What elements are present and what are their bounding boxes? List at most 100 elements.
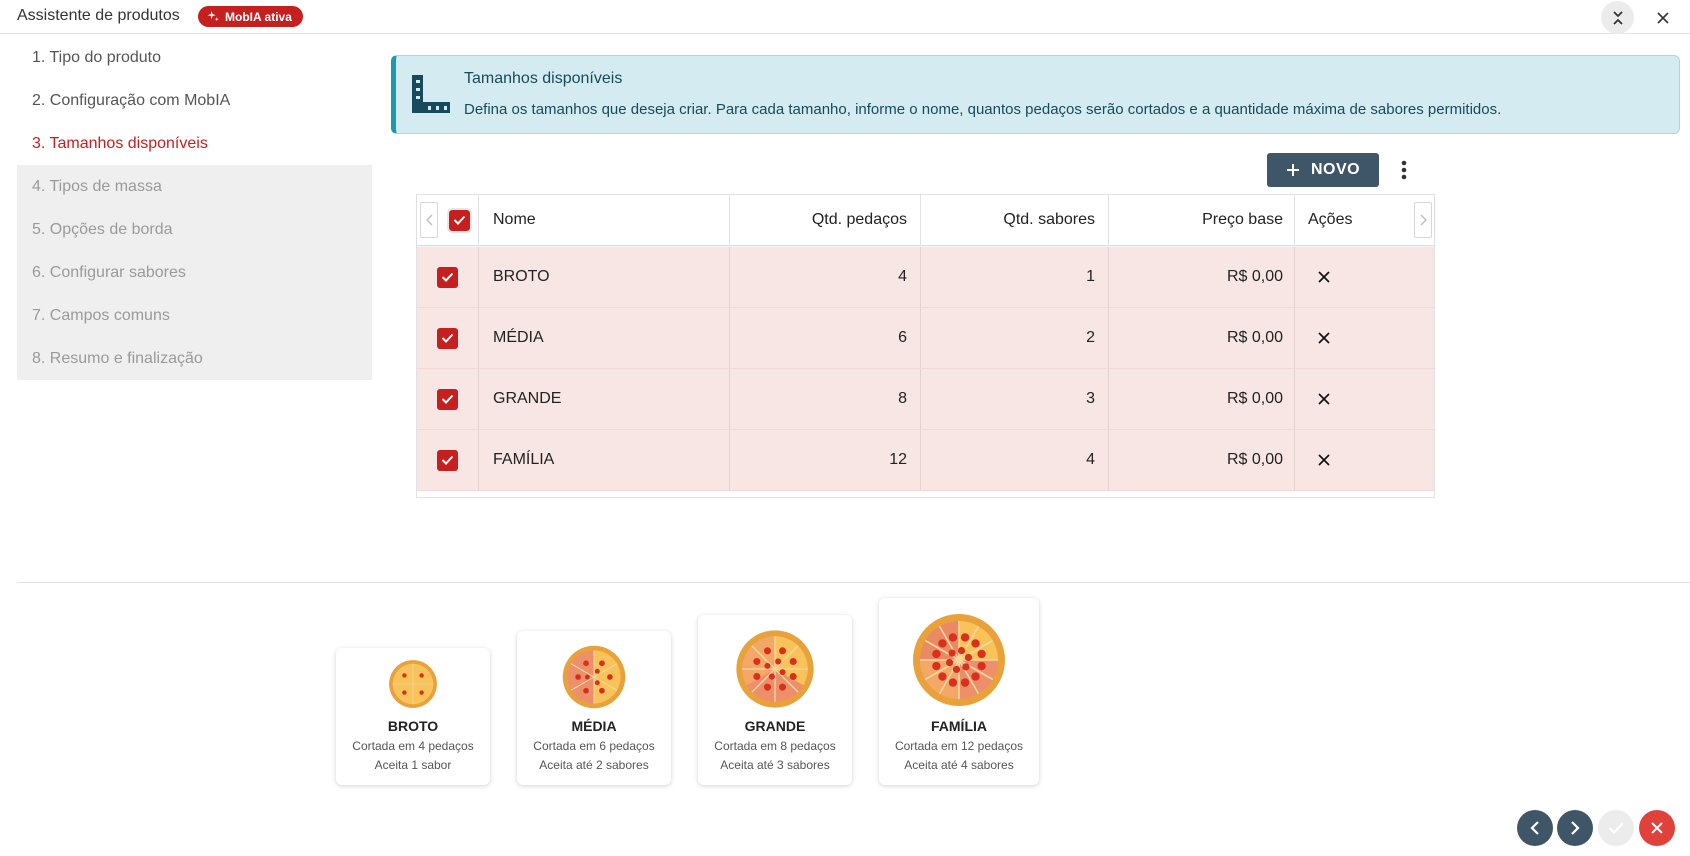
pizza-icon: [736, 630, 814, 708]
scroll-left-button[interactable]: [420, 202, 438, 238]
check-icon: [1608, 822, 1624, 834]
banner-text: Defina os tamanhos que deseja criar. Par…: [464, 101, 1502, 118]
step-configurar-sabores: 6. Configurar sabores: [17, 251, 372, 294]
close-icon: [1318, 454, 1330, 466]
cell-nome[interactable]: FAMÍLIA: [493, 430, 554, 490]
cell-qtd-pedacos[interactable]: 8: [729, 369, 907, 429]
new-size-button[interactable]: NOVO: [1267, 153, 1379, 187]
step-tipo-produto[interactable]: 1. Tipo do produto: [17, 36, 372, 79]
cancel-button[interactable]: [1639, 810, 1675, 846]
step-tipos-massa: 4. Tipos de massa: [17, 165, 372, 208]
card-flavors-text: Aceita até 4 sabores: [904, 758, 1014, 772]
column-header-acoes: Ações: [1308, 211, 1353, 228]
plus-icon: [1286, 164, 1299, 176]
select-all-checkbox[interactable]: [447, 207, 472, 233]
new-button-label: NOVO: [1310, 161, 1361, 178]
delete-row-button[interactable]: [1318, 430, 1330, 490]
column-header-preco-base[interactable]: Preço base: [1108, 195, 1283, 245]
check-icon: [441, 333, 454, 343]
cell-qtd-pedacos[interactable]: 12: [729, 430, 907, 490]
sparkle-icon: [207, 10, 219, 22]
check-icon: [441, 394, 454, 404]
column-header-nome[interactable]: Nome: [493, 195, 536, 245]
check-icon: [441, 455, 454, 465]
cell-qtd-pedacos[interactable]: 4: [729, 247, 907, 307]
column-header-qtd-pedacos[interactable]: Qtd. pedaços: [729, 195, 907, 245]
size-preview-card: BROTO Cortada em 4 pedaços Aceita 1 sabo…: [336, 648, 490, 785]
finish-button[interactable]: [1598, 810, 1634, 846]
row-select-cell: [437, 247, 458, 307]
cell-qtd-pedacos[interactable]: 6: [729, 308, 907, 368]
cell-preco-base[interactable]: R$ 0,00: [1108, 369, 1283, 429]
row-checkbox[interactable]: [437, 266, 458, 288]
wizard-steps: 1. Tipo do produto 2. Configuração com M…: [17, 36, 372, 380]
info-banner: Tamanhos disponíveis Defina os tamanhos …: [391, 55, 1680, 134]
close-icon: [1318, 393, 1330, 405]
more-vertical-icon: [1401, 160, 1407, 180]
step-label: 4. Tipos de massa: [32, 177, 162, 195]
card-slices-text: Cortada em 4 pedaços: [352, 739, 474, 753]
cell-qtd-sabores[interactable]: 3: [920, 369, 1095, 429]
pizza-icon: [562, 645, 626, 709]
size-preview-card: FAMÍLIA Cortada em 12 pedaços Aceita até…: [879, 598, 1039, 785]
chevron-left-icon: [425, 214, 432, 226]
step-campos-comuns: 7. Campos comuns: [17, 294, 372, 337]
table-row[interactable]: GRANDE 8 3 R$ 0,00: [417, 369, 1434, 430]
table-row[interactable]: MÉDIA 6 2 R$ 0,00: [417, 308, 1434, 369]
row-checkbox[interactable]: [437, 388, 458, 410]
size-preview-card: MÉDIA Cortada em 6 pedaços Aceita até 2 …: [517, 631, 671, 785]
pizza-icon: [913, 614, 1005, 706]
title-bar: Assistente de produtos MobIA ativa: [0, 0, 1690, 34]
delete-row-button[interactable]: [1318, 369, 1330, 429]
more-options-button[interactable]: [1391, 154, 1417, 186]
delete-row-button[interactable]: [1318, 247, 1330, 307]
check-icon: [453, 215, 466, 225]
ruler-icon: [412, 75, 450, 113]
cell-qtd-sabores[interactable]: 2: [920, 308, 1095, 368]
ai-status-badge: MobIA ativa: [198, 6, 303, 27]
row-checkbox[interactable]: [437, 449, 458, 471]
cell-preco-base[interactable]: R$ 0,00: [1108, 247, 1283, 307]
close-icon: [1651, 822, 1663, 834]
collapse-icon: [1612, 10, 1623, 25]
card-slices-text: Cortada em 6 pedaços: [533, 739, 655, 753]
step-configuracao-mobia[interactable]: 2. Configuração com MobIA: [17, 79, 372, 122]
cell-qtd-sabores[interactable]: 1: [920, 247, 1095, 307]
size-preview-card: GRANDE Cortada em 8 pedaços Aceita até 3…: [698, 615, 852, 785]
close-icon: [1318, 271, 1330, 283]
close-window-button[interactable]: [1646, 1, 1679, 34]
cell-nome[interactable]: BROTO: [493, 247, 550, 307]
card-size-name: GRANDE: [744, 718, 806, 734]
previous-step-button[interactable]: [1517, 810, 1553, 846]
step-label: 6. Configurar sabores: [32, 263, 186, 281]
card-flavors-text: Aceita 1 sabor: [374, 758, 452, 772]
step-label: 8. Resumo e finalização: [32, 349, 203, 367]
next-step-button[interactable]: [1557, 810, 1593, 846]
cell-nome[interactable]: GRANDE: [493, 369, 561, 429]
cell-preco-base[interactable]: R$ 0,00: [1108, 308, 1283, 368]
step-label: 5. Opções de borda: [32, 220, 173, 238]
step-opcoes-borda: 5. Opções de borda: [17, 208, 372, 251]
cell-nome[interactable]: MÉDIA: [493, 308, 544, 368]
step-label: 3. Tamanhos disponíveis: [32, 134, 208, 152]
step-tamanhos[interactable]: 3. Tamanhos disponíveis: [17, 122, 372, 165]
window-title: Assistente de produtos: [17, 7, 180, 24]
step-label: 7. Campos comuns: [32, 306, 170, 324]
delete-row-button[interactable]: [1318, 308, 1330, 368]
chevron-left-icon: [1530, 821, 1539, 835]
card-size-name: FAMÍLIA: [931, 718, 987, 734]
cell-preco-base[interactable]: R$ 0,00: [1108, 430, 1283, 490]
table-row[interactable]: FAMÍLIA 12 4 R$ 0,00: [417, 430, 1434, 491]
column-header-qtd-sabores[interactable]: Qtd. sabores: [920, 195, 1095, 245]
collapse-button[interactable]: [1601, 1, 1634, 34]
card-slices-text: Cortada em 8 pedaços: [714, 739, 836, 753]
card-flavors-text: Aceita até 2 sabores: [539, 758, 649, 772]
close-icon: [1656, 11, 1669, 24]
row-checkbox[interactable]: [437, 327, 458, 349]
banner-title: Tamanhos disponíveis: [464, 70, 623, 87]
table-row[interactable]: BROTO 4 1 R$ 0,00: [417, 247, 1434, 308]
pizza-icon: [389, 660, 437, 708]
cell-qtd-sabores[interactable]: 4: [920, 430, 1095, 490]
scroll-right-button[interactable]: [1414, 202, 1432, 238]
section-divider: [17, 582, 1690, 583]
